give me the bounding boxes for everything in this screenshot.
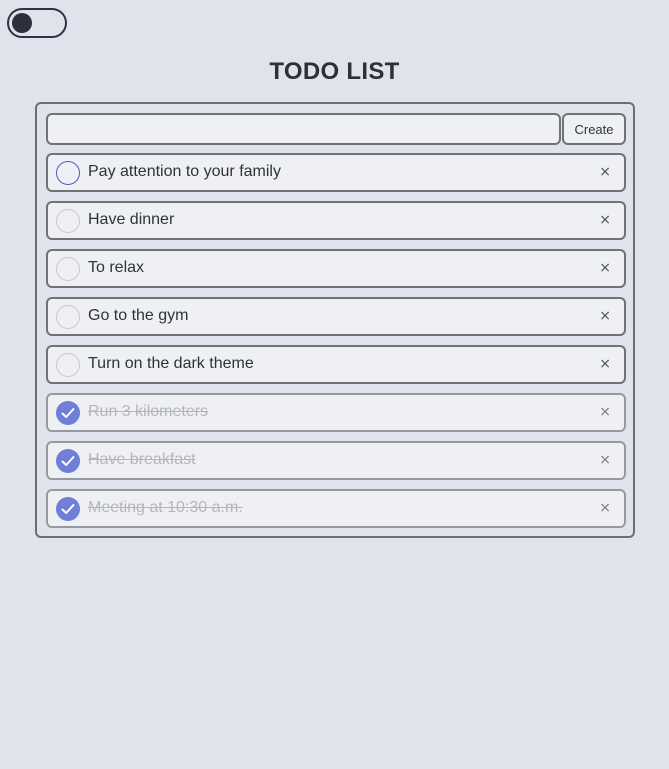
checkmark-icon <box>61 504 75 514</box>
todo-checkbox-checked[interactable] <box>56 449 80 473</box>
todo-label: Go to the gym <box>88 307 189 324</box>
todo-item: Turn on the dark theme × <box>46 345 626 384</box>
todo-checkbox[interactable] <box>56 305 80 329</box>
new-todo-input[interactable] <box>46 113 561 145</box>
delete-icon[interactable]: × <box>599 500 611 516</box>
checkmark-icon <box>61 408 75 418</box>
todo-checkbox[interactable] <box>56 209 80 233</box>
todo-label: Have breakfast <box>88 451 196 468</box>
delete-icon[interactable]: × <box>599 260 611 276</box>
todo-checkbox[interactable] <box>56 353 80 377</box>
todo-label: Meeting at 10:30 a.m. <box>88 499 243 516</box>
todo-checkbox[interactable] <box>56 161 80 185</box>
todo-item-completed: Meeting at 10:30 a.m. × <box>46 489 626 528</box>
delete-icon[interactable]: × <box>599 164 611 180</box>
todo-label: Have dinner <box>88 211 175 228</box>
todo-label: Pay attention to your family <box>88 163 281 180</box>
todo-item: Have dinner × <box>46 201 626 240</box>
todo-item-completed: Run 3 kilometers × <box>46 393 626 432</box>
todo-item: Pay attention to your family × <box>46 153 626 192</box>
delete-icon[interactable]: × <box>599 308 611 324</box>
todo-label: Turn on the dark theme <box>88 355 254 372</box>
todo-label: To relax <box>88 259 145 276</box>
delete-icon[interactable]: × <box>599 452 611 468</box>
todo-checkbox[interactable] <box>56 257 80 281</box>
todo-item: Go to the gym × <box>46 297 626 336</box>
delete-icon[interactable]: × <box>599 212 611 228</box>
todo-panel: Create Pay attention to your family × Ha… <box>35 102 635 538</box>
todo-label: Run 3 kilometers <box>88 403 209 420</box>
page-title: TODO LIST <box>269 58 400 85</box>
todo-list: Pay attention to your family × Have dinn… <box>46 153 626 537</box>
theme-toggle-knob <box>12 13 32 33</box>
checkmark-icon <box>61 456 75 466</box>
todo-item-completed: Have breakfast × <box>46 441 626 480</box>
todo-checkbox-checked[interactable] <box>56 497 80 521</box>
todo-item: To relax × <box>46 249 626 288</box>
delete-icon[interactable]: × <box>599 356 611 372</box>
delete-icon[interactable]: × <box>599 404 611 420</box>
todo-checkbox-checked[interactable] <box>56 401 80 425</box>
create-button[interactable]: Create <box>562 113 626 145</box>
theme-toggle[interactable] <box>7 8 67 38</box>
